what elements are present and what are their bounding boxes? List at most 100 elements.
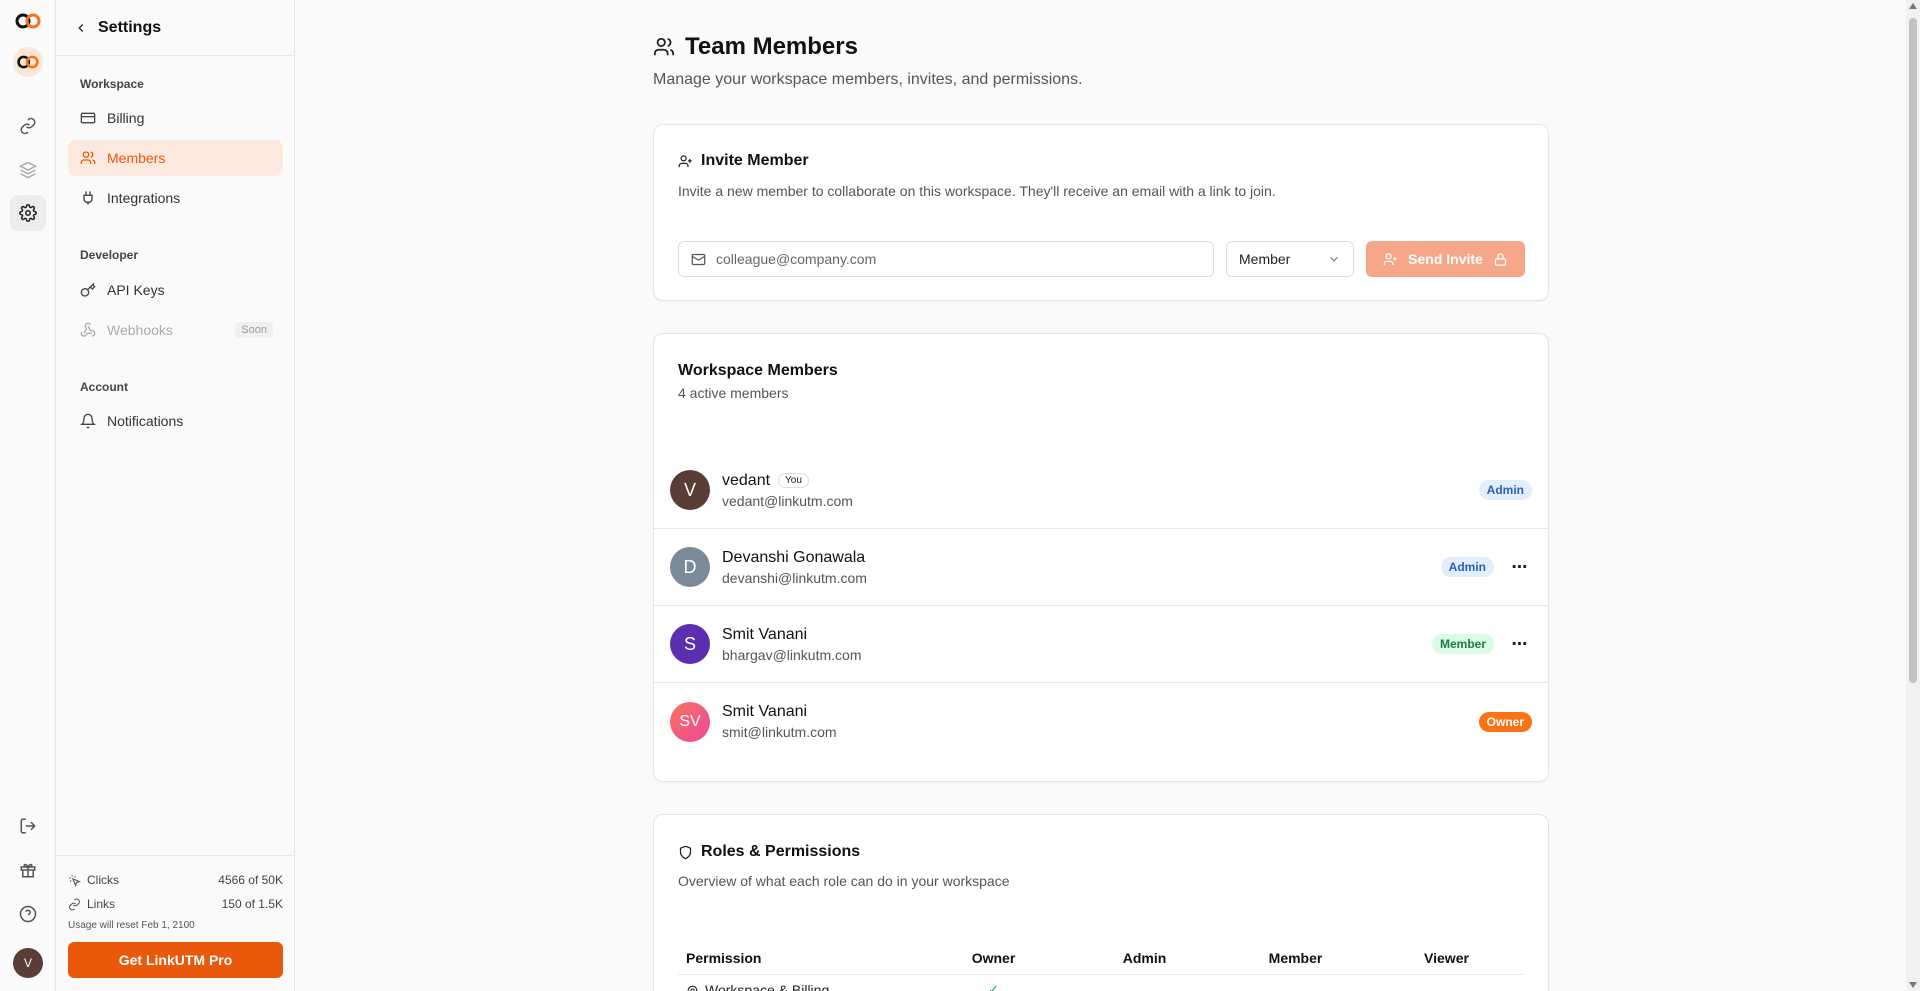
soon-badge: Soon (235, 322, 273, 338)
avatar-initial: S (683, 633, 696, 654)
member-name: Smit Vanani (722, 625, 808, 643)
sidebar-item-members[interactable]: Members (68, 140, 283, 176)
role-badge: Admin (1440, 557, 1494, 577)
help-icon[interactable] (10, 896, 46, 932)
member-info: Devanshi Gonawala devanshi@linkutm.com (722, 549, 867, 586)
permissions-header: Permission Owner Admin Member Viewer (678, 941, 1524, 975)
settings-gear-icon[interactable] (10, 195, 46, 231)
invite-title: Invite Member (701, 152, 809, 169)
logo-icon[interactable] (13, 6, 43, 36)
usage-links: Links 150 of 1.5K (68, 892, 283, 916)
members-card: Workspace Members 4 active members V ved… (653, 333, 1549, 782)
layers-icon[interactable] (10, 152, 46, 188)
page-subtitle: Manage your workspace members, invites, … (653, 71, 1083, 88)
scroll-up-icon[interactable] (1909, 3, 1917, 9)
email-field[interactable]: colleague@company.com (678, 241, 1214, 277)
user-plus-icon (1383, 252, 1397, 265)
admin-chevron-icon[interactable]: ⌄ (1069, 982, 1220, 991)
member-row: V vedant You vedant@linkutm.com Admin (654, 452, 1548, 529)
roles-title: Roles & Permissions (701, 843, 861, 860)
usage-clicks-value: 4566 of 50K (218, 873, 283, 887)
users-icon (80, 151, 96, 164)
scroll-down-icon[interactable] (1909, 982, 1917, 988)
member-row: D Devanshi Gonawala devanshi@linkutm.com… (654, 529, 1548, 606)
avatar: V (670, 470, 710, 510)
chevron-down-icon (1330, 256, 1338, 262)
logout-icon[interactable] (10, 808, 46, 844)
roles-title-row: Roles & Permissions (678, 843, 860, 861)
role-select[interactable]: Member (1226, 241, 1354, 277)
member-name-row: Smit Vanani (722, 626, 862, 644)
workspace-logo-icon[interactable] (13, 47, 43, 77)
roles-description: Overview of what each role can do in you… (678, 873, 1010, 889)
page-title: Team Members (685, 33, 858, 60)
sparkle-icon (69, 874, 81, 887)
more-options-icon[interactable]: ⋯ (1508, 632, 1532, 656)
sidebar-item-webhooks: Webhooks Soon (68, 312, 283, 348)
member-email: vedant@linkutm.com (722, 492, 853, 509)
bell-icon (80, 413, 96, 429)
member-name-row: Devanshi Gonawala (722, 549, 867, 567)
avatar-initial: SV (679, 712, 701, 730)
header-member: Member (1268, 949, 1323, 966)
header-owner: Owner (971, 949, 1016, 966)
member-email: smit@linkutm.com (722, 724, 837, 740)
member-email: devanshi@linkutm.com (722, 569, 867, 586)
member-info: Smit Vanani bhargav@linkutm.com (722, 626, 862, 663)
settings-sidebar: Settings Workspace Billing Members Integ… (56, 0, 295, 991)
avatar-initial: D (683, 556, 697, 577)
avatar: SV (670, 701, 710, 742)
header-permission: Permission (686, 949, 762, 966)
key-icon (80, 282, 96, 297)
sidebar-item-label: Webhooks (107, 322, 173, 338)
header-admin: Admin (1122, 949, 1167, 966)
member-actions: Admin ⋯ (1440, 555, 1532, 579)
sidebar-item-label: Notifications (107, 413, 184, 429)
member-name: Smit Vanani (722, 703, 808, 720)
section-label-developer: Developer (80, 248, 139, 262)
role-select-value: Member (1239, 251, 1291, 267)
member-name-row: Smit Vanani (722, 703, 837, 721)
member-actions: Owner (1478, 711, 1532, 732)
link-icon (69, 898, 80, 910)
member-info: Smit Vanani smit@linkutm.com (722, 703, 837, 740)
send-invite-label: Send Invite (1408, 251, 1483, 267)
viewer-chevron-icon[interactable]: ⌄ (1371, 982, 1522, 991)
chevron-left-icon[interactable] (74, 21, 88, 35)
sidebar-item-notifications[interactable]: Notifications (68, 403, 283, 439)
role-badge: Admin (1478, 480, 1532, 500)
user-plus-icon (678, 154, 692, 167)
role-badge: Member (1431, 634, 1494, 654)
member-email: bhargav@linkutm.com (722, 646, 862, 663)
usage-clicks: Clicks 4566 of 50K (68, 868, 283, 892)
user-avatar[interactable]: V (13, 948, 43, 978)
scrollbar[interactable] (1906, 0, 1920, 991)
link-icon[interactable] (10, 108, 46, 144)
shield-icon (679, 845, 692, 859)
invite-description: Invite a new member to collaborate on th… (678, 183, 1276, 199)
invite-form: colleague@company.com Member Send Invite (678, 241, 1525, 277)
more-options-icon[interactable]: ⋯ (1508, 555, 1532, 579)
webhook-icon (80, 322, 96, 337)
avatar-initial: V (683, 479, 696, 500)
usage-links-value: 150 of 1.5K (221, 897, 283, 911)
members-count: 4 active members (678, 385, 789, 401)
member-chevron-icon[interactable]: ⌄ (1220, 982, 1371, 991)
member-name-row: vedant You (722, 472, 853, 490)
gear-icon (687, 985, 698, 991)
sidebar-item-api-keys[interactable]: API Keys (68, 272, 283, 308)
scroll-thumb[interactable] (1909, 18, 1917, 683)
sidebar-item-integrations[interactable]: Integrations (68, 180, 283, 216)
sidebar-item-billing[interactable]: Billing (68, 100, 283, 136)
members-title-text: Workspace Members (678, 362, 838, 379)
send-invite-button[interactable]: Send Invite (1366, 241, 1525, 277)
section-label-account: Account (80, 380, 128, 394)
member-actions: Admin (1478, 480, 1532, 500)
get-pro-button[interactable]: Get LinkUTM Pro (68, 942, 283, 978)
settings-title: Settings (98, 18, 162, 36)
email-placeholder: colleague@company.com (716, 251, 877, 267)
table-row: Workspace & Billing ✓ ⌄ ⌄ ⌄ (678, 975, 1524, 991)
invite-card: Invite Member Invite a new member to col… (653, 124, 1549, 301)
gift-icon[interactable] (10, 852, 46, 888)
usage-reset-note: Usage will reset Feb 1, 2100 (68, 920, 195, 931)
